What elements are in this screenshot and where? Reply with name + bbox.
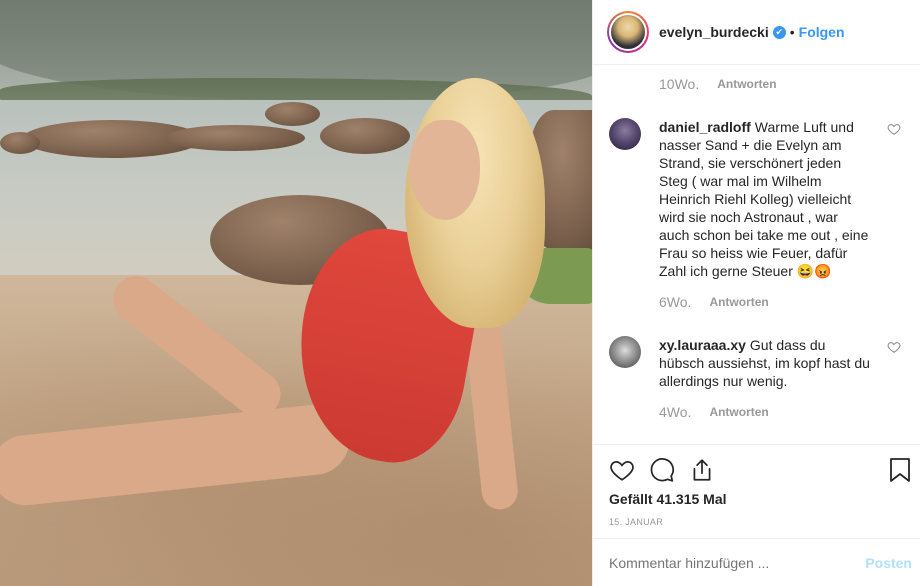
comment-meta: 4Wo. Antworten <box>659 404 769 420</box>
commenter-username[interactable]: daniel_radloff <box>659 119 751 135</box>
post-photo[interactable] <box>0 0 592 586</box>
photo-rock <box>0 132 40 154</box>
post-comment-button[interactable]: Posten <box>865 555 912 571</box>
photo-face <box>410 120 480 220</box>
header-separator: • <box>789 24 795 40</box>
comment-meta: 6Wo. Antworten <box>659 294 769 310</box>
photo-rock <box>265 102 320 126</box>
post-side-panel: evelyn_burdecki ✔ • Folgen 10Wo. Antwort… <box>592 0 920 586</box>
comment-meta: 10Wo. Antworten <box>659 76 777 92</box>
comment-icon[interactable] <box>649 457 675 483</box>
photo-rock <box>320 118 410 154</box>
post-date[interactable]: 15. JANUAR <box>609 517 663 527</box>
add-comment-bar: Posten <box>593 538 920 586</box>
share-icon[interactable] <box>689 457 715 483</box>
comment-text: Warme Luft und nasser Sand + die Evelyn … <box>659 119 869 279</box>
reply-button[interactable]: Antworten <box>709 295 768 309</box>
follow-button[interactable]: Folgen <box>799 24 845 40</box>
list-item: xy.lauraaa.xy Gut dass du hübsch aussiehs… <box>609 336 909 390</box>
reply-button[interactable]: Antworten <box>709 405 768 419</box>
comments-list[interactable]: 10Wo. Antworten daniel_radloff Warme Luft… <box>593 66 920 444</box>
comment-input[interactable] <box>609 554 849 571</box>
comment-time[interactable]: 4Wo. <box>659 404 691 420</box>
commenter-avatar[interactable] <box>609 336 641 368</box>
like-comment-heart-icon[interactable] <box>887 122 901 136</box>
author-avatar-border <box>609 13 647 51</box>
commenter-username[interactable]: xy.lauraaa.xy <box>659 337 746 353</box>
author-avatar-image <box>611 15 645 49</box>
commenter-avatar[interactable] <box>609 118 641 150</box>
post-header: evelyn_burdecki ✔ • Folgen <box>593 0 920 65</box>
likes-count[interactable]: Gefällt 41.315 Mal <box>609 491 727 507</box>
photo-rock <box>165 125 305 151</box>
like-comment-heart-icon[interactable] <box>887 340 901 354</box>
reply-button[interactable]: Antworten <box>717 77 776 91</box>
action-icons <box>609 457 729 483</box>
post-actions: Gefällt 41.315 Mal 15. JANUAR <box>593 444 920 527</box>
heart-icon[interactable] <box>609 457 635 483</box>
author-username[interactable]: evelyn_burdecki <box>659 24 769 40</box>
comment-time[interactable]: 6Wo. <box>659 294 691 310</box>
list-item: daniel_radloff Warme Luft und nasser Sand… <box>609 118 909 280</box>
author-avatar[interactable] <box>607 11 649 53</box>
bookmark-icon[interactable] <box>889 457 911 483</box>
verified-icon: ✔ <box>772 25 786 39</box>
comment-time[interactable]: 10Wo. <box>659 76 699 92</box>
